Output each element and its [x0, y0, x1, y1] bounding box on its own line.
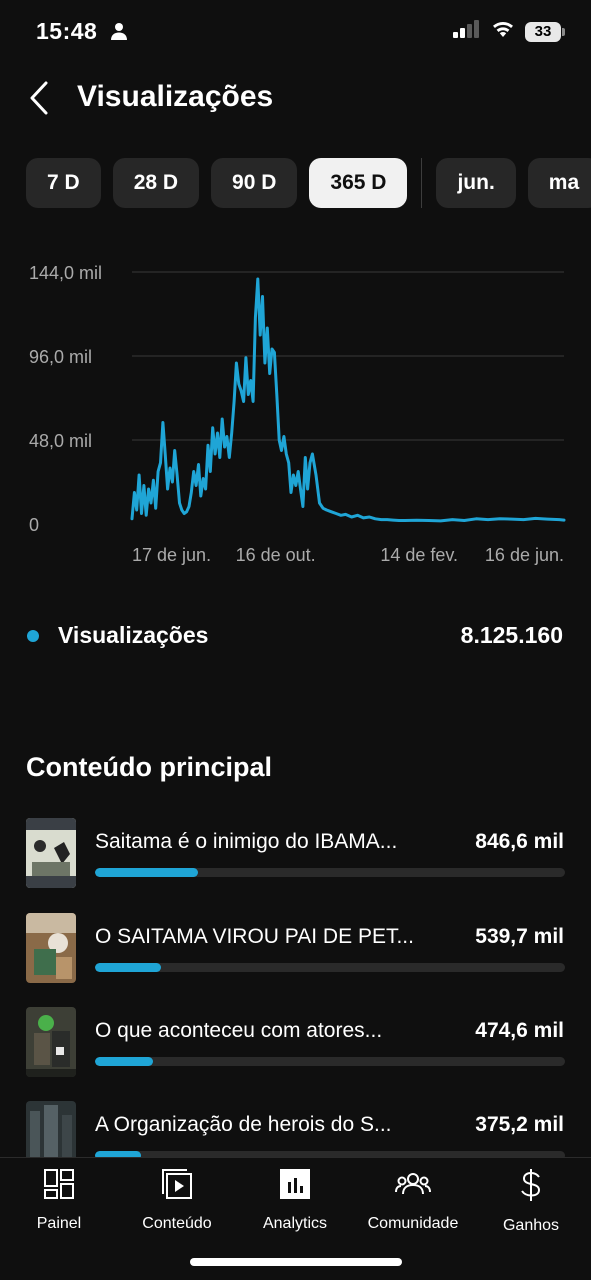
- video-thumbnail: [26, 913, 76, 983]
- share-bar: [95, 963, 565, 972]
- metric-label: Visualizações: [58, 622, 209, 648]
- chip-divider: [421, 158, 423, 208]
- x-tick-label: 16 de jun.: [485, 545, 564, 565]
- battery-indicator: 33: [525, 21, 565, 42]
- content-item[interactable]: Saitama é o inimigo do IBAMA... 846,6 mi…: [0, 812, 591, 892]
- content-item-value: 539,7 mil: [475, 925, 564, 948]
- content-item-value: 375,2 mil: [475, 1113, 564, 1136]
- chip-7d[interactable]: 7 D: [26, 158, 101, 208]
- share-bar: [95, 868, 565, 877]
- x-tick-label: 16 de out.: [236, 545, 316, 565]
- y-tick-label: 0: [29, 515, 39, 535]
- video-thumbnail: [26, 1101, 76, 1157]
- nav-label: Conteúdo: [142, 1215, 212, 1232]
- content-item[interactable]: A Organização de herois do S... 375,2 mi…: [0, 1095, 591, 1157]
- x-tick-label: 17 de jun.: [132, 545, 211, 565]
- views-metric-row: Visualizações 8.125.160: [0, 616, 591, 656]
- nav-item-conteudo[interactable]: Conteúdo: [122, 1168, 232, 1232]
- views-series-line: [130, 277, 566, 523]
- legend-dot: [27, 630, 39, 642]
- nav-label: Painel: [36, 1215, 82, 1232]
- content-item[interactable]: O que aconteceu com atores... 474,6 mil: [0, 1001, 591, 1081]
- period-chip-bar: 7 D 28 D 90 D 365 D jun. ma: [26, 158, 591, 210]
- content-item-value: 846,6 mil: [475, 830, 564, 853]
- content-item-title: O SAITAMA VIROU PAI DE PET...: [95, 925, 414, 948]
- cellular-signal-icon: [453, 20, 481, 43]
- nav-item-comunidade[interactable]: Comunidade: [358, 1168, 468, 1232]
- status-indicators: 33: [453, 20, 565, 43]
- share-bar-fill: [95, 868, 199, 877]
- y-tick-label: 96,0 mil: [29, 347, 92, 367]
- analytics-icon: [240, 1168, 350, 1205]
- share-bar: [95, 1057, 565, 1066]
- nav-item-ganhos[interactable]: Ganhos: [476, 1168, 586, 1234]
- back-button[interactable]: [22, 78, 58, 118]
- nav-label: Comunidade: [367, 1215, 459, 1232]
- status-bar: 15:48 33: [0, 0, 591, 64]
- y-tick-label: 144,0 mil: [29, 263, 102, 283]
- nav-label: Analytics: [262, 1215, 328, 1232]
- nav-item-painel[interactable]: Painel: [4, 1168, 114, 1232]
- community-icon: [358, 1168, 468, 1205]
- home-indicator[interactable]: [190, 1258, 402, 1266]
- chip-90d[interactable]: 90 D: [211, 158, 298, 208]
- chip-may[interactable]: ma: [527, 158, 591, 208]
- chip-365d[interactable]: 365 D: [309, 158, 408, 208]
- dollar-icon: [476, 1168, 586, 1207]
- views-line-chart-svg: 144,0 mil 96,0 mil 48,0 mil 0 17 de jun. 16 d…: [29, 263, 566, 565]
- page-title: Visualizações: [77, 80, 274, 113]
- header: Visualizações: [0, 68, 591, 132]
- content-play-icon: [122, 1168, 232, 1205]
- content-item-title: O que aconteceu com atores...: [95, 1019, 383, 1042]
- top-content-list: Saitama é o inimigo do IBAMA... 846,6 mi…: [0, 812, 591, 1157]
- x-tick-label: 14 de fev.: [380, 545, 458, 565]
- nav-label: Ganhos: [502, 1217, 560, 1234]
- chip-jun[interactable]: jun.: [436, 158, 516, 208]
- top-content-title: Conteúdo principal: [26, 752, 272, 782]
- wifi-icon: [491, 20, 515, 43]
- y-tick-label: 48,0 mil: [29, 431, 92, 451]
- content-item[interactable]: O SAITAMA VIROU PAI DE PET... 539,7 mil: [0, 907, 591, 987]
- share-bar-fill: [95, 1057, 153, 1066]
- video-thumbnail: [26, 1007, 76, 1077]
- metric-value: 8.125.160: [460, 622, 563, 648]
- chip-28d[interactable]: 28 D: [112, 158, 200, 208]
- chevron-left-icon: [22, 81, 58, 122]
- dashboard-icon: [4, 1168, 114, 1205]
- share-bar-fill: [95, 963, 161, 972]
- person-icon: [110, 22, 128, 45]
- nav-item-analytics[interactable]: Analytics: [240, 1168, 350, 1232]
- content-item-title: Saitama é o inimigo do IBAMA...: [95, 830, 398, 853]
- video-thumbnail: [26, 818, 76, 888]
- content-item-value: 474,6 mil: [475, 1019, 564, 1042]
- views-chart[interactable]: 144,0 mil 96,0 mil 48,0 mil 0 17 de jun. 16 d…: [0, 250, 591, 570]
- content-item-title: A Organização de herois do S...: [95, 1113, 392, 1136]
- status-time: 15:48: [36, 18, 98, 44]
